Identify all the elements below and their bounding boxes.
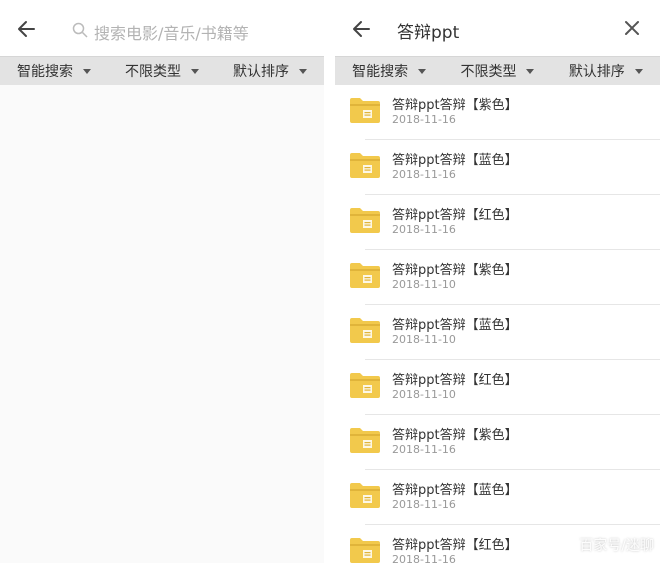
list-item[interactable]: 答辩ppt答辩【蓝色】 2018-11-16 (335, 470, 660, 525)
list-item[interactable]: 答辩ppt答辩【蓝色】 2018-11-10 (335, 305, 660, 360)
folder-icon (350, 483, 380, 508)
list-item[interactable]: 答辩ppt答辩【紫色】 2018-11-16 (335, 415, 660, 470)
folder-icon (350, 538, 380, 563)
filter-type[interactable]: 不限类型 (108, 61, 216, 81)
file-name: 答辩ppt答辩【紫色】 (392, 98, 518, 113)
filter-type[interactable]: 不限类型 (443, 61, 551, 81)
file-name: 答辩ppt答辩【红色】 (392, 373, 518, 388)
back-arrow-icon[interactable] (14, 16, 40, 42)
file-name: 答辩ppt答辩【蓝色】 (392, 483, 518, 498)
file-date: 2018-11-16 (392, 443, 456, 456)
right-panel: 答辩ppt 智能搜索 不限类型 默认排序 答辩ppt答辩【紫色】 2018-11-… (335, 0, 660, 563)
dropdown-arrow-icon (83, 68, 91, 74)
folder-icon (350, 318, 380, 343)
file-date: 2018-11-10 (392, 388, 456, 401)
dropdown-arrow-icon (634, 68, 643, 74)
file-name: 答辩ppt答辩【蓝色】 (392, 318, 518, 333)
file-date: 2018-11-16 (392, 223, 456, 236)
folder-icon (350, 263, 380, 288)
dropdown-arrow-icon (299, 68, 307, 74)
folder-icon (350, 428, 380, 453)
list-item[interactable]: 答辩ppt答辩【红色】 2018-11-16 (335, 195, 660, 250)
file-name: 答辩ppt答辩【紫色】 (392, 428, 518, 443)
file-date: 2018-11-16 (392, 498, 456, 511)
file-name: 答辩ppt答辩【紫色】 (392, 263, 518, 278)
file-date: 2018-11-16 (392, 113, 456, 126)
watermark: 百家号/迷聊 (579, 538, 654, 554)
file-date: 2018-11-10 (392, 278, 456, 291)
file-name: 答辩ppt答辩【红色】 (392, 538, 518, 553)
search-input[interactable]: 搜索电影/音乐/书籍等 (94, 20, 249, 44)
result-list: 答辩ppt答辩【紫色】 2018-11-16 答辩ppt答辩【蓝色】 2018-11-… (335, 85, 660, 563)
search-icon (72, 22, 88, 38)
list-item[interactable]: 答辩ppt答辩【紫色】 2018-11-10 (335, 250, 660, 305)
close-icon[interactable] (622, 18, 642, 38)
back-arrow-icon[interactable] (349, 16, 375, 42)
file-name: 答辩ppt答辩【蓝色】 (392, 153, 518, 168)
list-item[interactable]: 答辩ppt答辩【蓝色】 2018-11-16 (335, 140, 660, 195)
filter-bar: 智能搜索 不限类型 默认排序 (335, 56, 660, 85)
file-date: 2018-11-16 (392, 553, 456, 563)
folder-icon (350, 153, 380, 178)
file-date: 2018-11-16 (392, 168, 456, 181)
file-name: 答辩ppt答辩【红色】 (392, 208, 518, 223)
filter-sort[interactable]: 默认排序 (216, 61, 324, 81)
filter-smart-search[interactable]: 智能搜索 (0, 61, 108, 81)
dropdown-arrow-icon (418, 68, 427, 74)
file-date: 2018-11-10 (392, 333, 456, 346)
folder-icon (350, 373, 380, 398)
filter-bar: 智能搜索 不限类型 默认排序 (0, 56, 324, 85)
search-bar: 搜索电影/音乐/书籍等 (0, 0, 324, 56)
folder-icon (350, 98, 380, 123)
list-item[interactable]: 答辩ppt答辩【红色】 2018-11-10 (335, 360, 660, 415)
filter-sort[interactable]: 默认排序 (552, 61, 660, 81)
search-input[interactable]: 答辩ppt (397, 18, 459, 43)
folder-icon (350, 208, 380, 233)
dropdown-arrow-icon (191, 68, 199, 74)
search-bar: 答辩ppt (335, 0, 660, 56)
left-panel: 搜索电影/音乐/书籍等 智能搜索 不限类型 默认排序 (0, 0, 324, 563)
filter-smart-search[interactable]: 智能搜索 (335, 61, 443, 81)
list-item[interactable]: 答辩ppt答辩【紫色】 2018-11-16 (335, 85, 660, 140)
dropdown-arrow-icon (526, 68, 535, 74)
